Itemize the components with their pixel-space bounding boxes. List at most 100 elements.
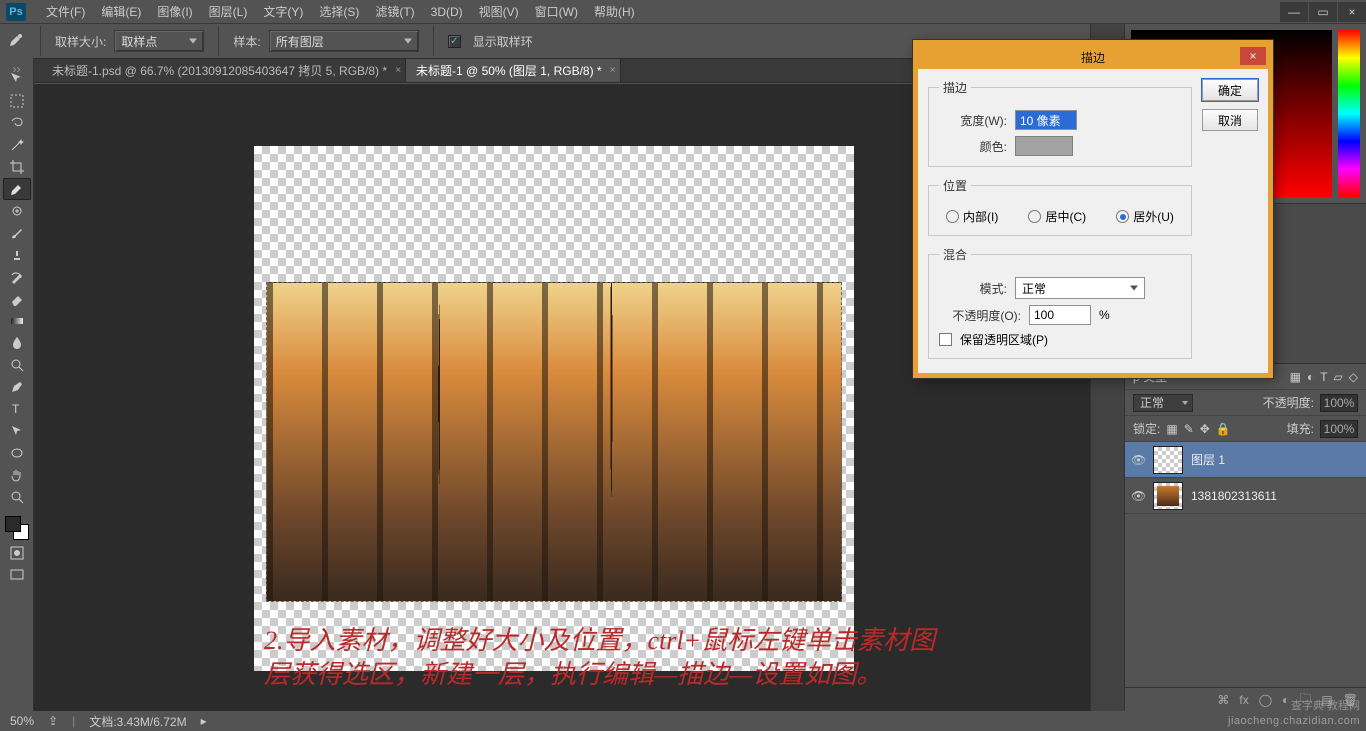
stroke-dialog: 描边 × 描边 宽度(W): 颜色: 位置 内部(I) 居中(C)	[913, 40, 1273, 378]
tool-pen[interactable]	[3, 376, 31, 398]
tool-dodge[interactable]	[3, 354, 31, 376]
export-icon[interactable]: ⇪	[48, 714, 58, 728]
tool-quickmask[interactable]	[3, 542, 31, 564]
width-input[interactable]	[1015, 110, 1077, 130]
filter-smart-icon[interactable]: ◇	[1349, 370, 1358, 384]
filter-adj-icon[interactable]: ◐	[1307, 370, 1314, 384]
mode-select[interactable]: 正常	[1015, 277, 1145, 299]
layer-thumb[interactable]	[1153, 446, 1183, 474]
menu-edit[interactable]: 编辑(E)	[93, 3, 149, 20]
dialog-title-bar[interactable]: 描边 ×	[918, 45, 1268, 69]
menu-view[interactable]: 视图(V)	[471, 3, 527, 20]
doc-tab-0[interactable]: 未标题-1.psd @ 66.7% (20130912085403647 拷贝 …	[42, 59, 406, 82]
canvas[interactable]	[254, 146, 854, 671]
position-fieldset: 位置 内部(I) 居中(C) 居外(U)	[928, 177, 1192, 236]
visibility-icon[interactable]: 👁	[1131, 489, 1145, 503]
cancel-button[interactable]: 取消	[1202, 109, 1258, 131]
watermark-brand: 查字典 教程网	[1291, 697, 1360, 713]
layer-item[interactable]: 👁 1381802313611	[1125, 478, 1366, 514]
mode-label: 模式:	[939, 280, 1007, 297]
layer-thumb[interactable]	[1153, 482, 1183, 510]
preserve-transparency-label: 保留透明区域(P)	[960, 331, 1048, 348]
dlg-opacity-label: 不透明度(O):	[939, 307, 1021, 324]
tool-path-select[interactable]	[3, 420, 31, 442]
menu-3d[interactable]: 3D(D)	[423, 5, 471, 19]
svg-text:T: T	[12, 402, 20, 416]
preserve-transparency-checkbox[interactable]	[939, 333, 952, 346]
visibility-icon[interactable]: 👁	[1131, 453, 1145, 467]
fx-icon[interactable]: fx	[1239, 693, 1248, 707]
window-maximize[interactable]: ▭	[1309, 2, 1337, 22]
tool-eraser[interactable]	[3, 288, 31, 310]
layer-item[interactable]: 👁 图层 1	[1125, 442, 1366, 478]
fill-label: 填充:	[1287, 420, 1314, 437]
menu-file[interactable]: 文件(F)	[38, 3, 93, 20]
tutorial-annotation: 2.导入素材，调整好大小及位置，ctrl+鼠标左键单击素材图层获得选区，新建一层…	[264, 624, 944, 692]
tool-zoom[interactable]	[3, 486, 31, 508]
window-close[interactable]: ×	[1338, 2, 1366, 22]
tool-gradient[interactable]	[3, 310, 31, 332]
opacity-value[interactable]: 100%	[1320, 394, 1358, 412]
pos-center-radio[interactable]: 居中(C)	[1028, 208, 1086, 225]
menu-layer[interactable]: 图层(L)	[201, 3, 256, 20]
position-legend: 位置	[939, 177, 971, 194]
menu-type[interactable]: 文字(Y)	[255, 3, 311, 20]
pos-outside-radio[interactable]: 居外(U)	[1116, 208, 1174, 225]
menu-select[interactable]: 选择(S)	[311, 3, 367, 20]
dialog-close-button[interactable]: ×	[1240, 47, 1266, 65]
tool-screenmode[interactable]	[3, 564, 31, 586]
tool-marquee[interactable]	[3, 90, 31, 112]
dlg-opacity-input[interactable]	[1029, 305, 1091, 325]
menu-help[interactable]: 帮助(H)	[586, 3, 643, 20]
tool-wand[interactable]	[3, 134, 31, 156]
menu-bar: Ps 文件(F) 编辑(E) 图像(I) 图层(L) 文字(Y) 选择(S) 滤…	[0, 0, 1366, 23]
filter-shape-icon[interactable]: ▱	[1334, 370, 1343, 384]
ok-button[interactable]: 确定	[1202, 79, 1258, 101]
adjustment-icon[interactable]: ◐	[1282, 693, 1289, 707]
menu-image[interactable]: 图像(I)	[149, 3, 200, 20]
show-ring-checkbox[interactable]	[448, 35, 461, 48]
hue-strip[interactable]	[1338, 30, 1360, 197]
blend-mode-combo[interactable]: 正常	[1133, 394, 1193, 412]
tool-blur[interactable]	[3, 332, 31, 354]
doc-tab-1[interactable]: 未标题-1 @ 50% (图层 1, RGB/8) *×	[406, 59, 621, 82]
close-icon[interactable]: ×	[395, 65, 401, 76]
color-swatch[interactable]	[1015, 136, 1073, 156]
tool-crop[interactable]	[3, 156, 31, 178]
mask-icon[interactable]: ◯	[1259, 693, 1272, 707]
zoom-level[interactable]: 50%	[10, 714, 34, 728]
tool-hand[interactable]	[3, 464, 31, 486]
sample-size-combo[interactable]: 取样点	[114, 30, 204, 52]
lock-brush-icon[interactable]: ✎	[1184, 422, 1194, 436]
window-minimize[interactable]: —	[1280, 2, 1308, 22]
tool-stamp[interactable]	[3, 244, 31, 266]
tool-spotheal[interactable]	[3, 200, 31, 222]
stroke-legend: 描边	[939, 79, 971, 96]
blend-fieldset: 混合 模式: 正常 不透明度(O): % 保留透明区域(P)	[928, 246, 1192, 359]
tool-type[interactable]: T	[3, 398, 31, 420]
pos-inside-radio[interactable]: 内部(I)	[946, 208, 998, 225]
menu-window[interactable]: 窗口(W)	[527, 3, 586, 20]
tool-history-brush[interactable]	[3, 266, 31, 288]
tool-move[interactable]	[3, 68, 31, 90]
color-label: 颜色:	[939, 138, 1007, 155]
close-icon[interactable]: ×	[610, 65, 616, 76]
filter-type-icon[interactable]: T	[1320, 370, 1327, 384]
filter-img-icon[interactable]: ▦	[1290, 370, 1301, 384]
app-logo: Ps	[6, 3, 26, 21]
tool-shape[interactable]	[3, 442, 31, 464]
lock-move-icon[interactable]: ✥	[1200, 422, 1210, 436]
lock-all-icon[interactable]: 🔒	[1216, 422, 1231, 436]
tool-brush[interactable]	[3, 222, 31, 244]
show-ring-label: 显示取样环	[473, 33, 533, 50]
fill-value[interactable]: 100%	[1320, 420, 1358, 438]
menu-filter[interactable]: 滤镜(T)	[367, 3, 422, 20]
tool-eyedropper[interactable]	[3, 178, 31, 200]
tool-colors[interactable]	[3, 514, 31, 542]
tool-lasso[interactable]	[3, 112, 31, 134]
status-bar: 50% ⇪ | 文档:3.43M/6.72M ▸	[0, 711, 1366, 731]
lock-pixels-icon[interactable]: ▦	[1166, 422, 1177, 436]
doc-tab-0-label: 未标题-1.psd @ 66.7% (20130912085403647 拷贝 …	[52, 62, 387, 79]
link-layers-icon[interactable]: ⌘	[1217, 693, 1229, 707]
sample-combo[interactable]: 所有图层	[269, 30, 419, 52]
